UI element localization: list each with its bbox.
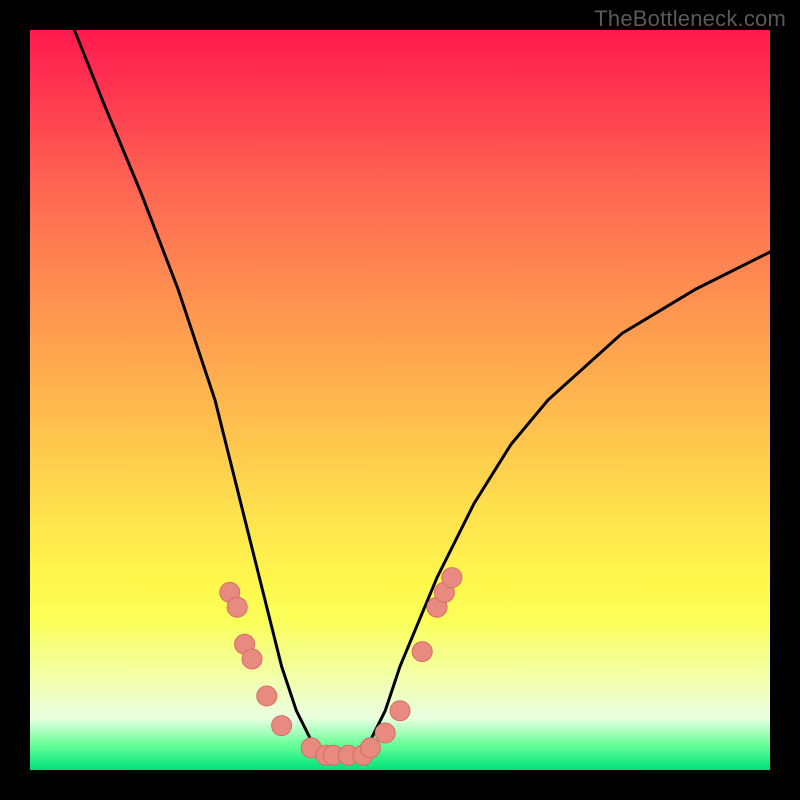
curve-marker — [360, 738, 380, 758]
curve-marker — [390, 701, 410, 721]
curve-marker — [257, 686, 277, 706]
plot-area — [30, 30, 770, 770]
curve-marker — [442, 568, 462, 588]
watermark-text: TheBottleneck.com — [594, 6, 786, 32]
curve-marker — [375, 723, 395, 743]
curve-marker — [242, 649, 262, 669]
chart-svg — [30, 30, 770, 770]
curve-marker — [412, 642, 432, 662]
chart-frame: TheBottleneck.com — [0, 0, 800, 800]
curve-marker — [272, 716, 292, 736]
curve-markers — [220, 568, 462, 766]
curve-marker — [227, 597, 247, 617]
